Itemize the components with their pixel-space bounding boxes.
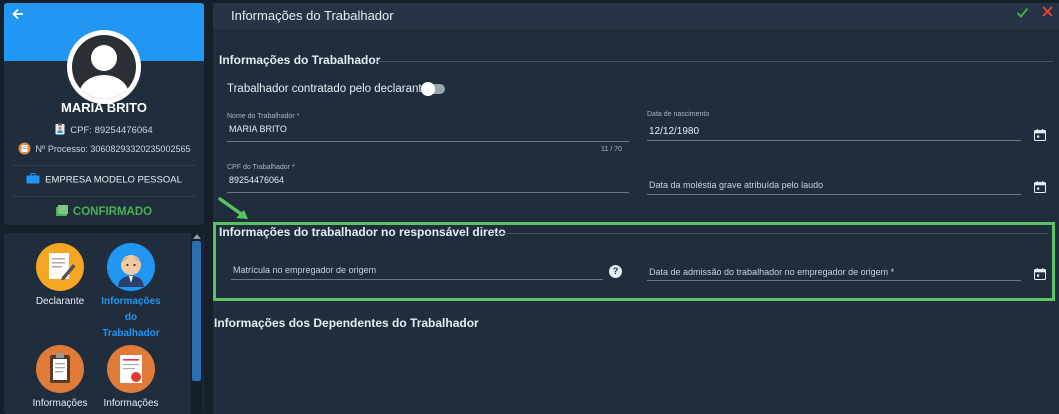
id-badge-icon <box>55 123 65 138</box>
cpf-value: 89254476064 <box>94 125 153 137</box>
status-folder-icon <box>55 205 68 219</box>
process-line: Nº Processo: 30608293320235002565 <box>4 142 204 157</box>
nav-label-informacoes-trabalhador: Informações do Trabalhador <box>94 294 168 342</box>
toggle-label: Trabalhador contratado pelo declarante <box>227 83 428 95</box>
process-value: 30608293320235002565 <box>90 143 191 154</box>
avatar <box>67 30 141 104</box>
nav-label-line: Trabalhador <box>102 328 160 339</box>
contratado-toggle[interactable] <box>421 82 445 96</box>
nav-item-declarante[interactable]: Declarante <box>23 243 97 310</box>
process-label: Nº Processo: <box>35 143 88 154</box>
nav-item-informacoes-trabalhador[interactable]: Informações do Trabalhador <box>94 243 168 342</box>
nome-field[interactable]: Nome do Trabalhador * MARIA BRITO 11 / 7… <box>227 113 629 157</box>
nascimento-label: Data de nascimento <box>647 111 710 118</box>
nome-label: Nome do Trabalhador * <box>227 113 300 120</box>
molestia-placeholder[interactable]: Data da moléstia grave atribuída pelo la… <box>649 180 823 190</box>
cpf-field-value[interactable]: 89254476064 <box>229 175 284 185</box>
company-line: EMPRESA MODELO PESSOAL <box>4 173 204 187</box>
check-icon[interactable] <box>1016 6 1029 22</box>
calendar-icon[interactable] <box>1034 180 1046 193</box>
cpf-line: CPF: 89254476064 <box>4 123 204 138</box>
document-pen-icon <box>36 243 84 291</box>
page-title: Informações do Trabalhador <box>231 8 394 23</box>
calendar-icon[interactable] <box>1034 128 1046 141</box>
app-root: MARIA BRITO CPF: 89254476064 Nº Processo… <box>0 0 1059 414</box>
certificate-icon <box>107 345 155 393</box>
nav-item-informacoes-1[interactable]: Informações <box>23 345 97 412</box>
divider <box>12 196 196 197</box>
nav-label-informacoes-2: Informações <box>103 398 159 409</box>
worker-name: MARIA BRITO <box>61 100 147 115</box>
section-title-dependents[interactable]: Informações dos Dependentes do Trabalhad… <box>214 316 479 330</box>
back-arrow-icon[interactable] <box>11 7 27 23</box>
field-underline <box>647 140 1021 141</box>
field-underline <box>227 141 629 142</box>
step-navigation: Declarante Informações do Trabalhador In… <box>4 233 204 414</box>
nascimento-value[interactable]: 12/12/1980 <box>649 126 699 137</box>
section-title-worker-info: Informações do Trabalhador <box>219 53 381 67</box>
company-name: EMPRESA MODELO PESSOAL <box>45 174 182 186</box>
cpf-field-label: CPF do Trabalhador * <box>227 164 295 171</box>
briefcase-icon <box>26 173 40 187</box>
close-icon[interactable] <box>1041 5 1054 22</box>
molestia-field[interactable]: Data da moléstia grave atribuída pelo la… <box>647 173 1021 197</box>
nav-scrollbar[interactable] <box>191 233 203 414</box>
nome-counter: 11 / 70 <box>601 146 622 153</box>
worker-profile-card: MARIA BRITO CPF: 89254476064 Nº Processo… <box>4 3 204 225</box>
top-bar: Informações do Trabalhador <box>213 3 1059 29</box>
clipboard-icon <box>36 345 84 393</box>
nascimento-field[interactable]: Data de nascimento 12/12/1980 <box>647 111 1021 143</box>
nav-label-declarante: Declarante <box>35 296 85 307</box>
field-underline <box>647 194 1021 195</box>
highlight-box <box>213 222 1055 301</box>
nav-label-line: Informações <box>101 296 161 307</box>
annotation-arrow-icon <box>218 197 248 219</box>
divider <box>12 165 196 166</box>
worker-avatar-icon <box>107 243 155 291</box>
scroll-up-arrow-icon[interactable] <box>193 234 201 239</box>
main-panel: Informações do Trabalhador Informações d… <box>213 3 1059 414</box>
user-silhouette-icon <box>72 35 136 99</box>
section-divider <box>377 61 1053 62</box>
scrollbar-thumb[interactable] <box>192 241 201 381</box>
cpf-field[interactable]: CPF do Trabalhador * 89254476064 <box>227 164 629 196</box>
status-badge: CONFIRMADO <box>4 205 204 219</box>
process-seal-icon <box>18 142 31 157</box>
nav-label-informacoes-1: Informações <box>32 398 88 409</box>
status-text: CONFIRMADO <box>72 206 153 219</box>
nome-value[interactable]: MARIA BRITO <box>229 124 287 134</box>
field-underline <box>227 192 629 193</box>
nav-label-line: do <box>124 312 138 323</box>
nav-item-informacoes-2[interactable]: Informações <box>94 345 168 412</box>
cpf-label: CPF: <box>70 125 92 137</box>
toggle-knob <box>421 82 435 96</box>
